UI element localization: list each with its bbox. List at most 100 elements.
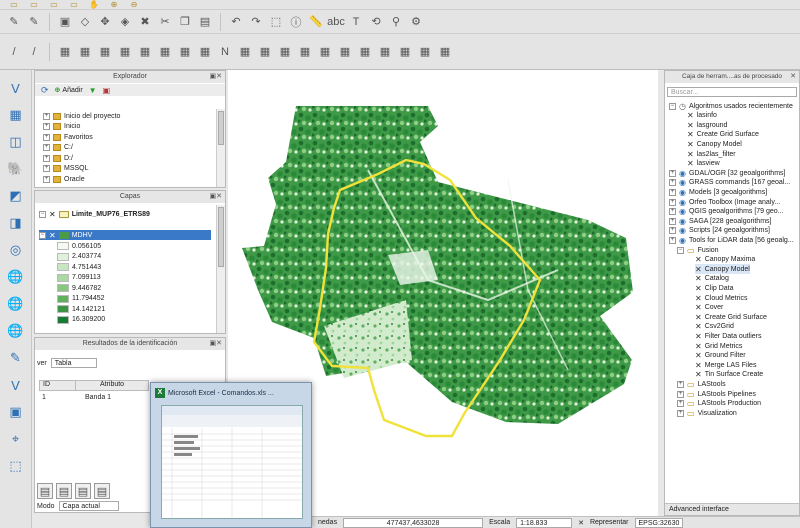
list-item[interactable]: + Oracle — [43, 174, 85, 184]
excel-taskbar-preview[interactable]: X Microsoft Excel - Comandos.xls ... — [150, 382, 312, 528]
explorer-scrollbar[interactable] — [216, 109, 225, 187]
paste-icon[interactable]: ▤ — [197, 14, 213, 30]
pan-icon[interactable]: ✋ — [86, 0, 102, 9]
layer-tool-icon[interactable]: ▦ — [417, 44, 433, 60]
list-item[interactable]: + ▭ LAStools Pipelines — [677, 389, 756, 399]
list-item[interactable]: ✕ Ground Filter — [695, 351, 746, 361]
list-item[interactable]: ✕ Catalog — [695, 274, 729, 284]
add-feature-icon[interactable]: ◇ — [77, 14, 93, 30]
list-item[interactable]: ✕ lasview — [687, 159, 720, 169]
list-item[interactable]: ✕ Cloud Metrics — [695, 293, 748, 303]
layer-tool-icon[interactable]: ▦ — [237, 44, 253, 60]
expand-icon[interactable]: + — [43, 144, 50, 151]
gps-icon[interactable]: ⌖ — [6, 429, 26, 449]
add-delimited-text-icon[interactable]: ✎ — [6, 348, 26, 368]
new-project-icon[interactable]: ▭ — [6, 0, 22, 9]
layer-tool-icon[interactable]: ▦ — [297, 44, 313, 60]
copy-feature-icon[interactable]: ▤ — [94, 483, 110, 499]
panel-float-close-icon[interactable]: ✕ — [790, 72, 796, 80]
list-item[interactable]: + ◉ GDAL/OGR [32 geoalgorithms] — [669, 168, 785, 178]
list-item[interactable]: − ◷ Algoritmos usados recientemente — [669, 101, 793, 111]
scale-field[interactable]: 1:18.833 — [516, 517, 573, 528]
redo-icon[interactable]: ↷ — [248, 14, 264, 30]
collapse-tree-icon[interactable]: ▤ — [56, 483, 72, 499]
add-vector-icon[interactable]: V — [6, 78, 26, 98]
delete-icon[interactable]: ✖ — [137, 14, 153, 30]
expand-icon[interactable]: + — [669, 217, 676, 225]
col-attribute[interactable]: Atributo — [76, 381, 148, 390]
layer-tool-icon[interactable]: ▦ — [337, 44, 353, 60]
toolbox-search-input[interactable]: Buscar... — [667, 87, 797, 97]
list-item[interactable]: ✕ Tin Surface Create — [695, 370, 763, 380]
layer-row-mdhv[interactable]: − ✕ MDHV — [39, 230, 211, 240]
expand-icon[interactable]: + — [43, 165, 50, 172]
expand-icon[interactable]: + — [669, 208, 676, 216]
layer-tool-icon[interactable]: ▦ — [57, 44, 73, 60]
layer-tool-icon[interactable]: ▦ — [437, 44, 453, 60]
refresh-icon[interactable]: ⟳ — [41, 85, 49, 96]
list-item[interactable]: + Favoritos — [43, 132, 93, 142]
expand-icon[interactable]: + — [669, 227, 676, 235]
list-item[interactable]: + ▭ Visualization — [677, 408, 737, 418]
zoom-in-icon[interactable]: ⊕ — [106, 0, 122, 9]
processing-icon[interactable]: ⚙ — [408, 14, 424, 30]
identify-icon[interactable]: ⓘ — [288, 14, 304, 30]
add-raster-icon[interactable]: ▦ — [6, 105, 26, 125]
edit-icon[interactable]: ✎ — [26, 14, 42, 30]
viewer-select[interactable]: Tabla — [50, 358, 97, 368]
expand-tree-icon[interactable]: ▤ — [37, 483, 53, 499]
layer-row-boundary[interactable]: − ✕ Limite_MUP76_ETRS89 — [39, 209, 150, 219]
list-item[interactable]: ✕ Grid Metrics — [695, 341, 742, 351]
panel-float-close-icon[interactable]: ▣✕ — [210, 72, 222, 80]
expand-icon[interactable]: + — [677, 409, 684, 417]
layers-scrollbar[interactable] — [216, 205, 225, 333]
layer-tool-icon[interactable]: ▦ — [137, 44, 153, 60]
list-item[interactable]: ✕ las2las_filter — [687, 149, 736, 159]
add-oracle-icon[interactable]: ◎ — [6, 240, 26, 260]
expand-icon[interactable]: + — [677, 380, 684, 388]
expand-icon[interactable]: + — [43, 175, 50, 183]
rotate-icon[interactable]: ⟲ — [368, 14, 384, 30]
node-tool-icon[interactable]: ◈ — [117, 14, 133, 30]
layer-tool-icon[interactable]: ▦ — [77, 44, 93, 60]
label-icon[interactable]: abc — [327, 14, 345, 30]
list-item[interactable]: ✕ Canopy Maxima — [695, 255, 755, 265]
list-item[interactable]: + Inicio — [43, 122, 80, 132]
expand-icon[interactable]: − — [39, 210, 46, 218]
list-item[interactable]: ✕ Clip Data — [695, 283, 734, 293]
list-item[interactable]: ✕ lasinfo — [687, 111, 717, 121]
list-item[interactable]: + ◉ Tools for LiDAR data [56 geoalg... — [669, 235, 794, 245]
add-wfs-icon[interactable]: 🌐 — [6, 321, 26, 341]
expand-icon[interactable]: + — [669, 236, 676, 244]
list-item[interactable]: + ◉ GRASS commands [167 geoal... — [669, 178, 790, 188]
scroll-thumb[interactable] — [218, 111, 224, 145]
scroll-thumb[interactable] — [218, 207, 224, 267]
ndvi-icon[interactable]: N — [217, 44, 233, 60]
crs-button[interactable]: EPSG:32630 — [634, 517, 684, 528]
print-icon[interactable]: ▭ — [66, 0, 82, 9]
digitize-alt-icon[interactable]: / — [26, 44, 42, 60]
collapse-icon[interactable]: − — [677, 246, 684, 254]
visible-checkbox[interactable]: ✕ — [49, 210, 56, 219]
layer-tool-icon[interactable]: ▦ — [277, 44, 293, 60]
text-tool-icon[interactable]: T — [348, 14, 364, 30]
layer-tool-icon[interactable]: ▦ — [377, 44, 393, 60]
save-project-icon[interactable]: ▭ — [46, 0, 62, 9]
plugin-icon[interactable]: ⬚ — [6, 456, 26, 476]
col-id[interactable]: ID — [40, 381, 76, 390]
expand-icon[interactable]: + — [669, 179, 676, 187]
layer-tool-icon[interactable]: ▦ — [197, 44, 213, 60]
list-item[interactable]: + ◉ Models [3 geoalgorithms] — [669, 187, 767, 197]
select-icon[interactable]: ⬚ — [268, 14, 284, 30]
list-item[interactable]: + C:/ — [43, 143, 73, 153]
layer-tool-icon[interactable]: ▦ — [317, 44, 333, 60]
expand-icon[interactable]: + — [43, 133, 50, 141]
list-item[interactable]: ✕ Create Grid Surface — [695, 312, 767, 322]
digitize-icon[interactable]: / — [6, 44, 22, 60]
add-button[interactable]: ⊕ Añadir — [55, 86, 83, 95]
expand-icon[interactable]: + — [669, 188, 676, 196]
list-item[interactable]: ✕ Filter Data outliers — [695, 331, 762, 341]
pin-icon[interactable]: ⚲ — [388, 14, 404, 30]
move-feature-icon[interactable]: ✥ — [97, 14, 113, 30]
layer-tool-icon[interactable]: ▦ — [357, 44, 373, 60]
